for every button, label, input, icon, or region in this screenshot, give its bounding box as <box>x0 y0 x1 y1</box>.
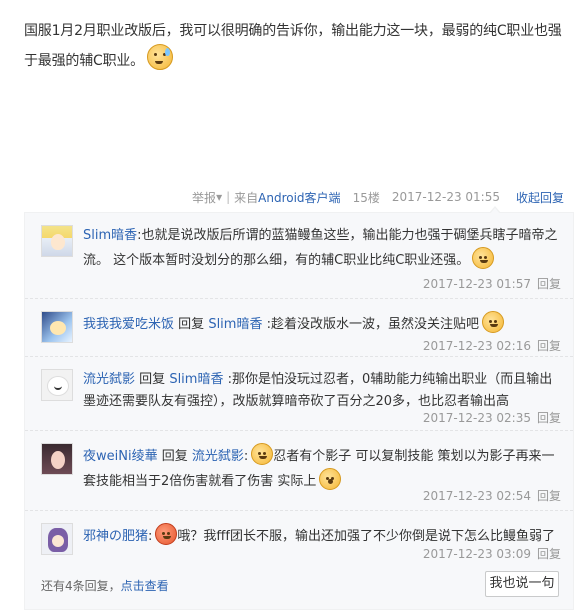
more-replies: 还有4条回复，点击查看 <box>41 577 169 594</box>
report-dropdown-icon[interactable]: ▾ <box>216 190 222 204</box>
reply-target[interactable]: Slim暗香 <box>208 317 262 332</box>
reply-content: 哦？我fff团长不服，输出还加强了不少你倒是说下怎么比鳗鱼弱了 <box>177 529 555 544</box>
reply-time: 2017-12-23 01:57 <box>422 277 531 291</box>
collapse-replies-link[interactable]: 收起回复 <box>516 189 564 206</box>
reply-item: 流光弑影 回复 Slim暗香 :那你是怕没玩过忍者，0辅助能力纯输出职业（而且输… <box>25 357 573 431</box>
surprised-emoji-icon <box>319 468 342 490</box>
reply-word: 回复 <box>178 317 205 332</box>
avatar[interactable] <box>41 225 73 257</box>
reply-meta: 2017-12-23 02:35 回复 <box>423 409 561 425</box>
reply-username[interactable]: 流光弑影 <box>83 372 135 387</box>
reply-link[interactable]: 回复 <box>537 489 561 503</box>
reply-time: 2017-12-23 02:35 <box>422 411 531 425</box>
reply-username[interactable]: Slim暗香 <box>83 228 137 243</box>
angry-emoji-icon <box>155 523 178 545</box>
grin-emoji-icon <box>472 247 495 269</box>
reply-target[interactable]: Slim暗香 <box>169 372 223 387</box>
reply-meta: 2017-12-23 02:54 回复 <box>423 487 561 503</box>
reply-word: 回复 <box>161 449 188 464</box>
reply-username[interactable]: 我我我爱吃米饭 <box>83 317 174 332</box>
avatar[interactable] <box>41 369 73 401</box>
avatar[interactable] <box>41 523 73 555</box>
post-text: 国服1月2月职业改版后，我可以很明确的告诉你，输出能力这一块，最弱的纯C职业也强… <box>24 23 562 69</box>
reply-content: : <box>148 529 153 544</box>
reply-time: 2017-12-23 03:09 <box>422 547 531 561</box>
source-prefix: 来自 <box>234 190 259 205</box>
reply-content: : <box>243 449 249 464</box>
reply-text: 流光弑影 回复 Slim暗香 :那你是怕没玩过忍者，0辅助能力纯输出职业（而且输… <box>83 369 563 413</box>
reply-panel: Slim暗香:也就是说改版后所谓的蓝猫鳗鱼这些，输出能力也强于碉堡兵瞎子暗帝之流… <box>24 206 574 610</box>
post: 国服1月2月职业改版后，我可以很明确的告诉你，输出能力这一块，最弱的纯C职业也强… <box>0 0 580 214</box>
reply-item: 我我我爱吃米饭 回复 Slim暗香 :趁着没改版水一波，虽然没关注贴吧 2017… <box>25 299 573 357</box>
grin-emoji-icon <box>481 311 504 333</box>
reply-item: Slim暗香:也就是说改版后所谓的蓝猫鳗鱼这些，输出能力也强于碉堡兵瞎子暗帝之流… <box>25 213 573 299</box>
report-link[interactable]: 举报 <box>192 189 216 206</box>
sweat-smile-emoji-icon <box>146 44 173 70</box>
view-more-link[interactable]: 点击查看 <box>121 579 169 593</box>
reply-text: Slim暗香:也就是说改版后所谓的蓝猫鳗鱼这些，输出能力也强于碉堡兵瞎子暗帝之流… <box>83 225 563 272</box>
avatar[interactable] <box>41 311 73 343</box>
post-footer: 举报 ▾ | 来自 Android客户端 15楼 2017-12-23 01:5… <box>192 187 564 207</box>
reply-text: 我我我爱吃米饭 回复 Slim暗香 :趁着没改版水一波，虽然没关注贴吧 <box>83 311 563 336</box>
reply-item: 邪神の肥猪: 哦？我fff团长不服，输出还加强了不少你倒是说下怎么比鳗鱼弱了 20… <box>25 511 573 561</box>
floor-number: 15楼 <box>352 190 380 205</box>
reply-meta: 2017-12-23 01:57 回复 <box>423 275 561 291</box>
android-client-link[interactable]: Android客户端 <box>258 189 340 206</box>
separator: | <box>226 190 231 204</box>
grin-emoji-icon <box>251 443 274 465</box>
reply-link[interactable]: 回复 <box>537 411 561 425</box>
more-replies-count: 还有4条回复， <box>41 579 121 593</box>
post-time: 2017-12-23 01:55 <box>391 190 500 204</box>
reply-link[interactable]: 回复 <box>537 547 561 561</box>
reply-link[interactable]: 回复 <box>537 277 561 291</box>
reply-text: 夜weiNi绫華 回复 流光弑影: 忍者有个影子 可以复制技能 策划以为影子再来一… <box>83 443 563 493</box>
reply-meta: 2017-12-23 02:16 回复 <box>423 337 561 353</box>
reply-time: 2017-12-23 02:16 <box>422 339 531 353</box>
reply-username[interactable]: 邪神の肥猪 <box>83 529 148 544</box>
avatar[interactable] <box>41 443 73 475</box>
reply-item: 夜weiNi绫華 回复 流光弑影: 忍者有个影子 可以复制技能 策划以为影子再来一… <box>25 431 573 511</box>
reply-content: :趁着没改版水一波，虽然没关注贴吧 <box>266 317 479 332</box>
reply-word: 回复 <box>139 372 166 387</box>
reply-username[interactable]: 夜weiNi绫華 <box>83 449 158 464</box>
reply-link[interactable]: 回复 <box>537 339 561 353</box>
post-content: 国服1月2月职业改版后，我可以很明确的告诉你，输出能力这一块，最弱的纯C职业也强… <box>24 18 564 74</box>
write-reply-button[interactable]: 我也说一句 <box>485 571 559 597</box>
reply-meta: 2017-12-23 03:09 回复 <box>423 545 561 561</box>
reply-time: 2017-12-23 02:54 <box>422 489 531 503</box>
reply-target[interactable]: 流光弑影 <box>192 449 244 464</box>
